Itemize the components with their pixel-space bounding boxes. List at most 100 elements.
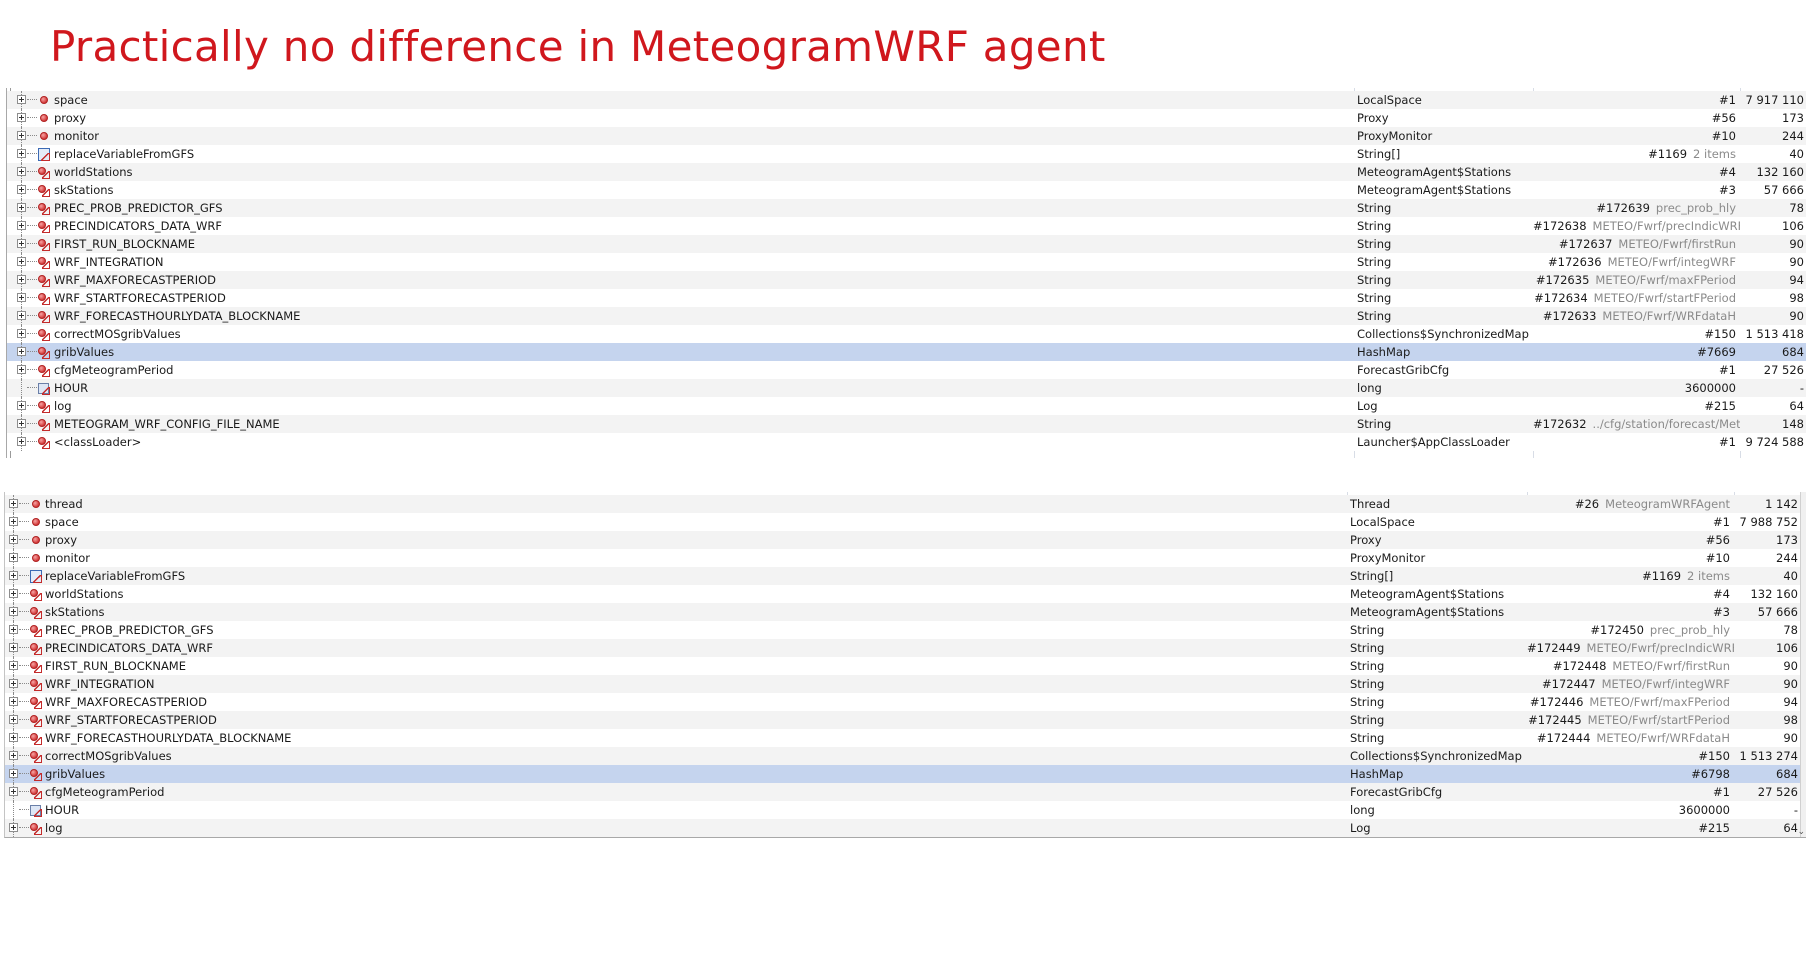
tree-row[interactable]: log Log #215 64: [7, 397, 1806, 415]
name-cell: log: [7, 397, 1354, 415]
expand-plus-icon[interactable]: [9, 769, 18, 778]
expand-plus-icon[interactable]: [17, 113, 26, 122]
name-cell: PRECINDICATORS_DATA_WRF: [5, 639, 1347, 657]
expand-plus-icon[interactable]: [17, 221, 26, 230]
vertical-scrollbar[interactable]: ⌄: [1797, 492, 1806, 837]
retained-size-cell: 90: [1783, 659, 1798, 673]
name-cell: HOUR: [5, 801, 1347, 819]
object-id: #150: [1698, 749, 1730, 763]
type-cell: ForecastGribCfg: [1350, 785, 1443, 799]
expand-plus-icon[interactable]: [17, 275, 26, 284]
expand-plus-icon[interactable]: [9, 733, 18, 742]
tree-row[interactable]: proxy Proxy #56 173: [5, 531, 1806, 549]
tree-row[interactable]: gribValues HashMap #7669 684: [7, 343, 1806, 361]
reference-cell: #7669: [1533, 343, 1740, 361]
tree-row[interactable]: WRF_STARTFORECASTPERIOD String #172445 METE…: [5, 711, 1806, 729]
tree-row[interactable]: skStations MeteogramAgent$Stations #3 57 66…: [5, 603, 1806, 621]
tree-row[interactable]: proxy Proxy #56 173: [7, 109, 1806, 127]
expand-plus-icon[interactable]: [17, 401, 26, 410]
tree-row[interactable]: worldStations MeteogramAgent$Stations #4 13…: [5, 585, 1806, 603]
scroll-down-arrow-icon[interactable]: ⌄: [1797, 827, 1805, 837]
static-field-icon: [38, 274, 50, 287]
tree-row[interactable]: thread Thread #26 MeteogramWRFAgent 1 142: [5, 495, 1806, 513]
static-field-icon: [30, 750, 42, 763]
expand-plus-icon[interactable]: [9, 715, 18, 724]
expand-plus-icon[interactable]: [17, 419, 26, 428]
tree-row[interactable]: space LocalSpace #1 7 988 752: [5, 513, 1806, 531]
tree-row[interactable]: worldStations MeteogramAgent$Stations #4 13…: [7, 163, 1806, 181]
expand-plus-icon[interactable]: [17, 167, 26, 176]
expand-plus-icon[interactable]: [9, 499, 18, 508]
tree-row[interactable]: gribValues HashMap #6798 684: [5, 765, 1806, 783]
tree-row[interactable]: PREC_PROB_PREDICTOR_GFS String #172639 prec…: [7, 199, 1806, 217]
tree-row[interactable]: HOUR long 3600000 -: [5, 801, 1806, 819]
tree-row[interactable]: replaceVariableFromGFS String[] #1169 2 ite…: [5, 567, 1806, 585]
tree-row[interactable]: cfgMeteogramPeriod ForecastGribCfg #1 27 52…: [5, 783, 1806, 801]
tree-row[interactable]: WRF_STARTFORECASTPERIOD String #172634 METE…: [7, 289, 1806, 307]
retained-size-cell: 94: [1783, 695, 1798, 709]
tree-row[interactable]: METEOGRAM_WRF_CONFIG_FILE_NAME String #172…: [7, 415, 1806, 433]
expand-plus-icon[interactable]: [17, 131, 26, 140]
expand-plus-icon[interactable]: [9, 571, 18, 580]
tree-row[interactable]: FIRST_RUN_BLOCKNAME String #172637 METEO/Fw…: [7, 235, 1806, 253]
tree-row[interactable]: <classLoader> Launcher$AppClassLoader #1 9 …: [7, 433, 1806, 451]
tree-row[interactable]: WRF_FORECASTHOURLYDATA_BLOCKNAME String #1…: [5, 729, 1806, 747]
object-id: #172637: [1558, 237, 1613, 251]
expand-plus-icon[interactable]: [17, 365, 26, 374]
expand-plus-icon[interactable]: [9, 589, 18, 598]
tree-row[interactable]: WRF_INTEGRATION String #172636 METEO/Fwrf/i…: [7, 253, 1806, 271]
expand-plus-icon[interactable]: [9, 517, 18, 526]
tree-row[interactable]: skStations MeteogramAgent$Stations #3 57 66…: [7, 181, 1806, 199]
tree-row[interactable]: HOUR long 3600000 -: [7, 379, 1806, 397]
tree-row[interactable]: correctMOSgribValues Collections$Synchron…: [5, 747, 1806, 765]
tree-connector: [27, 279, 37, 280]
retained-size-cell: -: [1793, 803, 1798, 817]
tree-row[interactable]: monitor ProxyMonitor #10 244: [7, 127, 1806, 145]
expand-plus-icon[interactable]: [17, 329, 26, 338]
expand-plus-icon[interactable]: [9, 535, 18, 544]
expand-plus-icon[interactable]: [9, 679, 18, 688]
expand-plus-icon[interactable]: [17, 311, 26, 320]
tree-row[interactable]: cfgMeteogramPeriod ForecastGribCfg #1 27 52…: [7, 361, 1806, 379]
type-cell: String: [1357, 273, 1392, 287]
expand-plus-icon[interactable]: [9, 697, 18, 706]
expand-plus-icon[interactable]: [17, 239, 26, 248]
tree-row[interactable]: WRF_FORECASTHOURLYDATA_BLOCKNAME String #1…: [7, 307, 1806, 325]
reference-cell: 3600000: [1527, 801, 1734, 819]
expand-plus-icon[interactable]: [9, 661, 18, 670]
expand-plus-icon[interactable]: [9, 643, 18, 652]
name-cell: METEOGRAM_WRF_CONFIG_FILE_NAME: [7, 415, 1354, 433]
object-value-preview: METEO/Fwrf/firstRun: [1618, 237, 1736, 251]
tree-row[interactable]: space LocalSpace #1 7 917 110: [7, 91, 1806, 109]
tree-row[interactable]: correctMOSgribValues Collections$Synchron…: [7, 325, 1806, 343]
expand-plus-icon[interactable]: [17, 149, 26, 158]
tree-row[interactable]: PRECINDICATORS_DATA_WRF String #172638 METE…: [7, 217, 1806, 235]
expand-plus-icon[interactable]: [9, 751, 18, 760]
expand-plus-icon[interactable]: [9, 787, 18, 796]
expand-plus-icon[interactable]: [17, 257, 26, 266]
reference-cell: #1169 2 items: [1527, 567, 1734, 585]
expand-plus-icon[interactable]: [17, 293, 26, 302]
tree-row[interactable]: WRF_MAXFORECASTPERIOD String #172635 METEO/…: [7, 271, 1806, 289]
expand-plus-icon[interactable]: [17, 347, 26, 356]
expand-plus-icon[interactable]: [9, 823, 18, 832]
tree-row[interactable]: replaceVariableFromGFS String[] #1169 2 ite…: [7, 145, 1806, 163]
expand-plus-icon[interactable]: [9, 607, 18, 616]
tree-row[interactable]: WRF_INTEGRATION String #172447 METEO/Fwrf/i…: [5, 675, 1806, 693]
tree-row[interactable]: FIRST_RUN_BLOCKNAME String #172448 METEO/Fw…: [5, 657, 1806, 675]
tree-connector: [27, 441, 37, 442]
expand-plus-icon[interactable]: [17, 203, 26, 212]
expand-plus-icon[interactable]: [17, 95, 26, 104]
tree-row[interactable]: PREC_PROB_PREDICTOR_GFS String #172450 prec…: [5, 621, 1806, 639]
expand-plus-icon[interactable]: [17, 185, 26, 194]
object-id: #56: [1711, 111, 1736, 125]
tree-row[interactable]: WRF_MAXFORECASTPERIOD String #172446 METEO/…: [5, 693, 1806, 711]
tree-row[interactable]: monitor ProxyMonitor #10 244: [5, 549, 1806, 567]
static-field-icon: [38, 418, 50, 431]
expand-plus-icon[interactable]: [17, 437, 26, 446]
expand-plus-icon[interactable]: [9, 625, 18, 634]
tree-row[interactable]: PRECINDICATORS_DATA_WRF String #172449 METE…: [5, 639, 1806, 657]
reference-cell: #172445 METEO/Fwrf/startFPeriod: [1527, 711, 1734, 729]
tree-row[interactable]: log Log #215 64: [5, 819, 1806, 837]
expand-plus-icon[interactable]: [9, 553, 18, 562]
